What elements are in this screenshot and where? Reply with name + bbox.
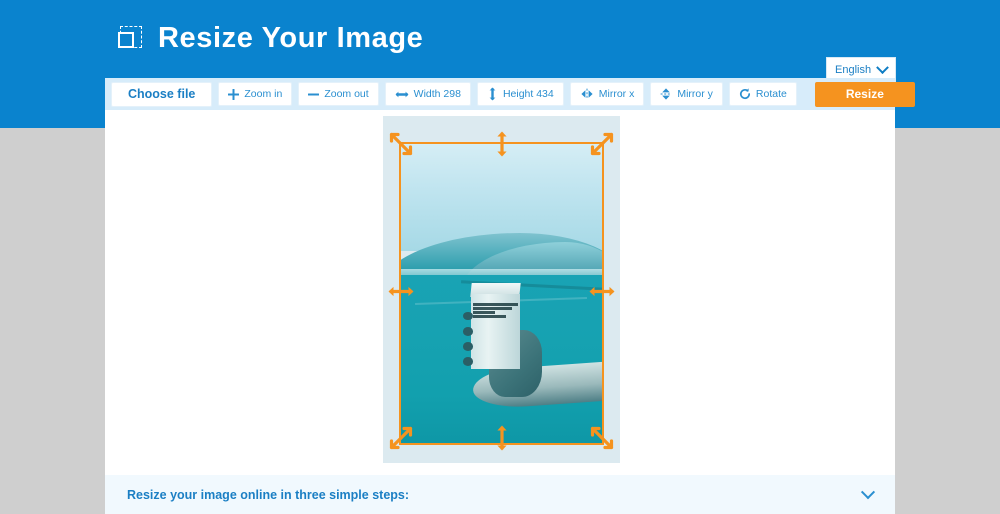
zoom-in-button[interactable]: Zoom in: [218, 82, 293, 106]
height-button[interactable]: Height 434: [476, 82, 564, 106]
brand: Resize Your Image: [118, 22, 423, 55]
resize-handle-bottom-right[interactable]: [589, 425, 615, 456]
resize-handle-top[interactable]: [493, 131, 511, 162]
zoom-out-button[interactable]: Zoom out: [298, 82, 379, 106]
choose-file-label: Choose file: [128, 87, 196, 101]
resize-handle-right[interactable]: [589, 282, 615, 305]
steps-accordion-title: Resize your image online in three simple…: [127, 487, 410, 502]
plus-icon: [228, 88, 240, 100]
image-stage[interactable]: [383, 116, 620, 463]
zoom-in-label: Zoom in: [244, 88, 283, 100]
steps-accordion[interactable]: Resize your image online in three simple…: [105, 475, 895, 514]
rotate-icon: [739, 88, 750, 100]
mirror-x-button[interactable]: Mirror x: [569, 82, 645, 106]
choose-file-button[interactable]: Choose file: [111, 81, 213, 107]
chevron-down-icon[interactable]: [860, 484, 876, 499]
page-title: Resize Your Image: [158, 22, 424, 54]
mirror-x-label: Mirror x: [598, 88, 635, 100]
mirror-horizontal-icon: [581, 88, 593, 100]
mirror-y-button[interactable]: Mirror y: [650, 82, 723, 106]
rotate-label: Rotate: [755, 88, 787, 100]
resize-handle-left[interactable]: [388, 282, 414, 305]
mirror-y-label: Mirror y: [677, 88, 713, 100]
zoom-out-label: Zoom out: [324, 88, 369, 100]
chevron-down-icon: [876, 60, 889, 74]
height-label: Height 434: [502, 88, 554, 100]
resize-handle-top-left[interactable]: [388, 131, 414, 162]
rotate-button[interactable]: Rotate: [728, 82, 797, 106]
editor-canvas: [105, 110, 895, 475]
editor-toolbar: Choose file Zoom in Zoom out Width 298 H…: [105, 78, 915, 110]
width-label: Width 298: [413, 88, 461, 100]
page-root: Resize Your Image English Choose file Zo…: [0, 0, 1000, 514]
resize-handle-top-right[interactable]: [589, 131, 615, 162]
crop-frame-icon: [118, 25, 144, 52]
arrows-vertical-icon: [489, 87, 496, 101]
preview-image: [399, 142, 604, 445]
minus-icon: [308, 93, 320, 95]
mirror-vertical-icon: [660, 88, 672, 100]
arrows-horizontal-icon: [395, 91, 408, 97]
language-select-value: English: [835, 64, 872, 76]
content-panel: Choose file Zoom in Zoom out Width 298 H…: [105, 78, 915, 514]
resize-label: Resize: [845, 87, 884, 101]
resize-handle-bottom-left[interactable]: [388, 425, 414, 456]
resize-button[interactable]: Resize: [814, 81, 915, 107]
width-button[interactable]: Width 298: [384, 82, 471, 106]
resize-handle-bottom[interactable]: [493, 425, 511, 456]
